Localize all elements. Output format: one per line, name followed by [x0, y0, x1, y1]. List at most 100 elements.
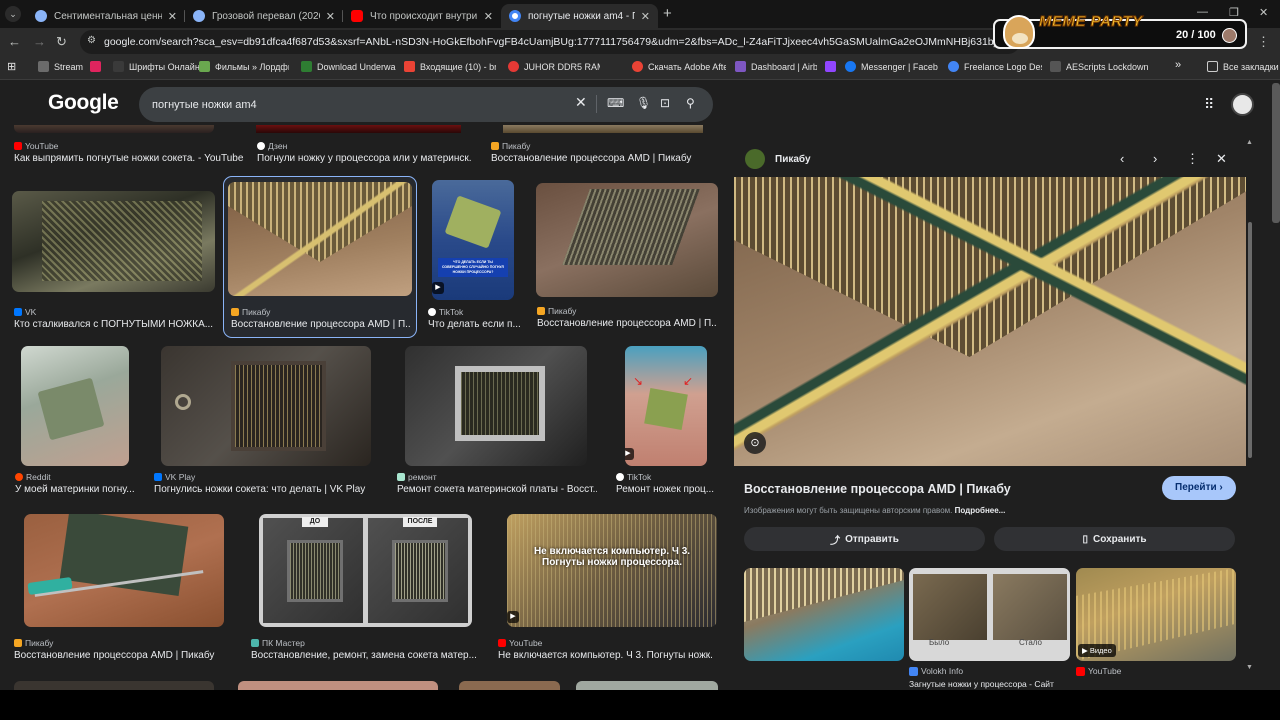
preview-image[interactable] [734, 177, 1246, 466]
bookmark-films[interactable]: Фильмы » Лордфи... [199, 61, 289, 72]
scroll-down-icon[interactable]: ▼ [1246, 664, 1253, 671]
result-image: ↘ ↙ ▶ [625, 346, 707, 466]
after-label: ПОСЛЕ [403, 517, 437, 527]
result-caption: У моей материнки погну... [15, 484, 135, 495]
close-window-icon[interactable]: ✕ [1259, 6, 1268, 19]
result-image: ДО ПОСЛЕ [259, 514, 472, 627]
pikabu-icon [491, 142, 499, 150]
search-input[interactable]: погнутые ножки am4 ✕ ⌨ 🎙 ⊡ ⚲ [139, 87, 713, 122]
result-image [24, 514, 224, 627]
close-icon[interactable]: ✕ [641, 10, 650, 23]
bookmark-icon-only[interactable] [90, 61, 106, 72]
lens-search-icon[interactable]: ⊙ [744, 432, 766, 454]
scroll-up-icon[interactable]: ▲ [1246, 139, 1253, 146]
microphone-icon[interactable]: 🎙 [636, 96, 651, 110]
tab-2[interactable]: Грозовой перевал (2026) ✕ [185, 4, 343, 28]
chevron-right-icon[interactable]: › [1153, 151, 1157, 166]
tab-active[interactable]: погнутые ножки am4 - Поиск ✕ [501, 4, 658, 28]
bookmark-fonts[interactable]: Шрифты Онлайн [113, 61, 200, 72]
globe-icon [35, 10, 47, 22]
bookmark-favicon-icon [301, 61, 312, 72]
bookmark-download[interactable]: Download Underwa... [301, 61, 396, 72]
bookmark-label: Входящие (10) - br... [420, 61, 496, 72]
result-source: VK [14, 307, 36, 317]
result-source: YouTube [498, 638, 542, 648]
related-image[interactable] [744, 568, 904, 661]
preview-title[interactable]: Восстановление процессора AMD | Пикабу [744, 482, 1011, 496]
bookmark-stream[interactable]: Stream [38, 61, 83, 72]
bookmark-label: Все закладки [1223, 61, 1279, 72]
tab-1[interactable]: Сентиментальная ценность (2 ✕ [27, 4, 185, 28]
more-vert-icon[interactable]: ⋮ [1186, 151, 1199, 167]
bookmark-gmail[interactable]: Входящие (10) - br... [404, 61, 496, 72]
close-icon[interactable]: ✕ [326, 10, 335, 23]
globe-icon [193, 10, 205, 22]
result-caption: Погнули ножку у процессора или у материн… [257, 153, 472, 164]
tab-3[interactable]: Что происходит внутри сарко ✕ [343, 4, 501, 28]
reload-icon[interactable]: ↻ [56, 34, 67, 50]
related-caption: Загнутые ножки у процессора - Сайт [909, 679, 1054, 689]
bookmark-icon: ▯ [1082, 533, 1088, 545]
more-link[interactable]: Подробнее... [955, 506, 1006, 515]
related-image[interactable]: Было Стало [909, 568, 1070, 661]
bookmark-label: Download Underwa... [317, 61, 396, 72]
preview-source[interactable]: Пикабу [775, 154, 811, 165]
apps-grid-icon[interactable]: ⊞ [7, 60, 16, 73]
back-icon[interactable]: ← [8, 34, 21, 49]
bookmark-aescripts[interactable]: AEScripts Lockdown... [1050, 61, 1148, 72]
close-icon[interactable]: ✕ [484, 10, 493, 23]
bookmark-adobe[interactable]: Скачать Adobe Afte... [632, 61, 726, 72]
result-source: ремонт [397, 472, 437, 482]
bookmark-label: Фильмы » Лордфи... [215, 61, 289, 72]
more-bookmarks-icon[interactable]: » [1175, 59, 1181, 71]
account-avatar[interactable] [1231, 93, 1254, 116]
bookmark-freelance[interactable]: Freelance Logo Desi... [948, 61, 1042, 72]
tiktok-icon [428, 308, 436, 316]
result-source: VK Play [154, 472, 195, 482]
youtube-overlay-text: Не включается компьютер. Ч 3. Погнуты но… [533, 546, 691, 568]
site-info-icon[interactable]: ⚙ [87, 35, 99, 47]
share-button[interactable]: ⤴ Отправить [744, 527, 985, 551]
keyboard-icon[interactable]: ⌨ [607, 96, 624, 110]
lens-icon[interactable]: ⊡ [660, 96, 670, 110]
result-source: Дзен [257, 141, 287, 151]
before-label: ДО [302, 517, 328, 527]
page-scrollbar[interactable] [1272, 83, 1280, 223]
forward-icon[interactable]: → [33, 34, 46, 49]
search-query: погнутые ножки am4 [152, 98, 257, 111]
new-tab-button[interactable]: + [663, 5, 672, 22]
restore-icon[interactable]: ❐ [1229, 6, 1239, 19]
image-preview-panel: Пикабу ‹ › ⋮ ✕ ⊙ Восстановление процессо… [732, 136, 1246, 690]
visit-button[interactable]: Перейти › [1162, 476, 1236, 500]
google-logo[interactable]: Google [48, 91, 119, 115]
bookmark-label: Messenger | Facebo... [861, 61, 938, 72]
related-image[interactable]: ▶ Видео [1076, 568, 1236, 661]
close-icon[interactable]: ✕ [168, 10, 177, 23]
result-source: Пикабу [14, 638, 53, 648]
chevron-left-icon[interactable]: ‹ [1120, 151, 1124, 166]
bookmark-messenger[interactable]: Messenger | Facebo... [845, 61, 938, 72]
bookmark-juhor[interactable]: JUHOR DDR5 RAM... [508, 61, 600, 72]
share-icon: ⤴ [830, 535, 841, 547]
result-source: YouTube [14, 141, 58, 151]
address-bar[interactable]: ⚙ google.com/search?sca_esv=db91dfca4f68… [80, 30, 1020, 54]
apps-grid-icon[interactable]: ⠿ [1204, 96, 1214, 113]
tab-title: погнутые ножки am4 - Поиск [528, 10, 635, 22]
save-button[interactable]: ▯ Сохранить [994, 527, 1235, 551]
all-bookmarks[interactable]: Все закладки [1207, 61, 1279, 72]
play-icon: ▶ [507, 611, 519, 623]
menu-icon[interactable]: ⋮ [1257, 34, 1270, 50]
clear-icon[interactable]: ✕ [575, 94, 587, 111]
bookmark-twitch[interactable] [825, 61, 841, 72]
result-image: Не включается компьютер. Ч 3. Погнуты но… [507, 514, 717, 627]
bookmark-label: JUHOR DDR5 RAM... [524, 61, 600, 72]
bookmark-airbit[interactable]: Dashboard | Airbit [735, 61, 817, 72]
search-icon[interactable]: ⚲ [686, 96, 695, 110]
bookmark-favicon-icon [735, 61, 746, 72]
tab-search-button[interactable]: ⌄ [5, 6, 21, 22]
panel-scrollbar[interactable] [1248, 222, 1252, 458]
close-icon[interactable]: ✕ [1216, 151, 1227, 167]
bookmark-favicon-icon [199, 61, 210, 72]
copyright-text: Изображения могут быть защищены авторски… [744, 506, 953, 515]
minimize-icon[interactable]: — [1197, 6, 1208, 18]
